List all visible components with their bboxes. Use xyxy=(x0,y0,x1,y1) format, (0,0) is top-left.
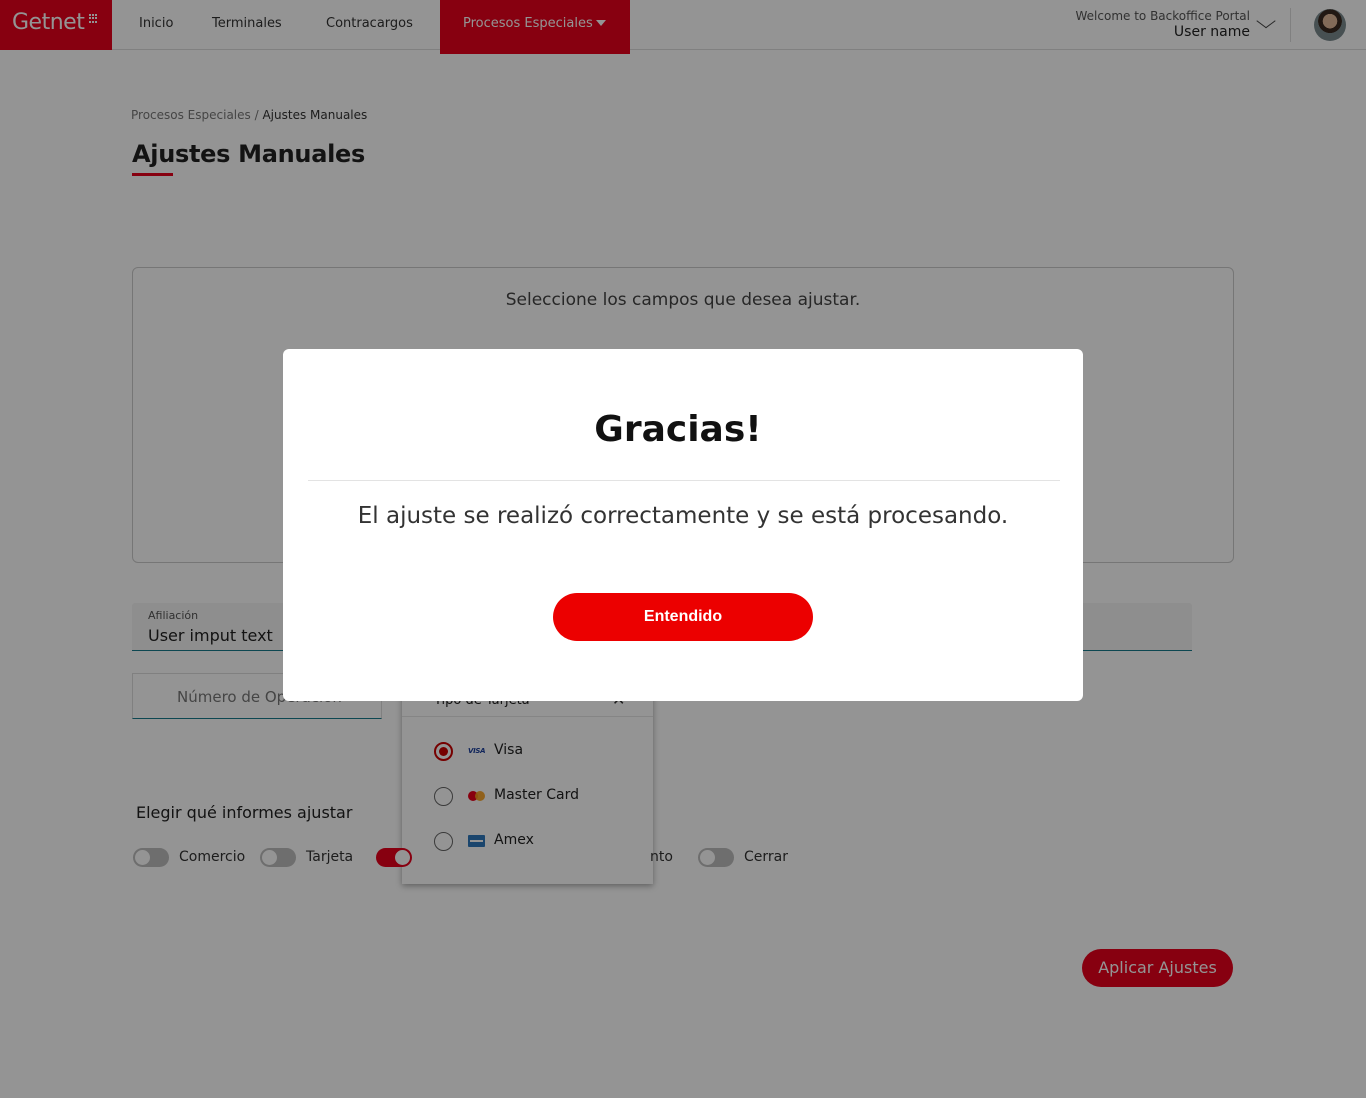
modal-divider xyxy=(308,480,1060,481)
modal-title: Gracias! xyxy=(594,409,762,450)
success-modal: Gracias! El ajuste se realizó correctame… xyxy=(283,349,1083,701)
modal-message: El ajuste se realizó correctamente y se … xyxy=(357,503,1009,529)
entendido-button[interactable]: Entendido xyxy=(553,593,813,641)
